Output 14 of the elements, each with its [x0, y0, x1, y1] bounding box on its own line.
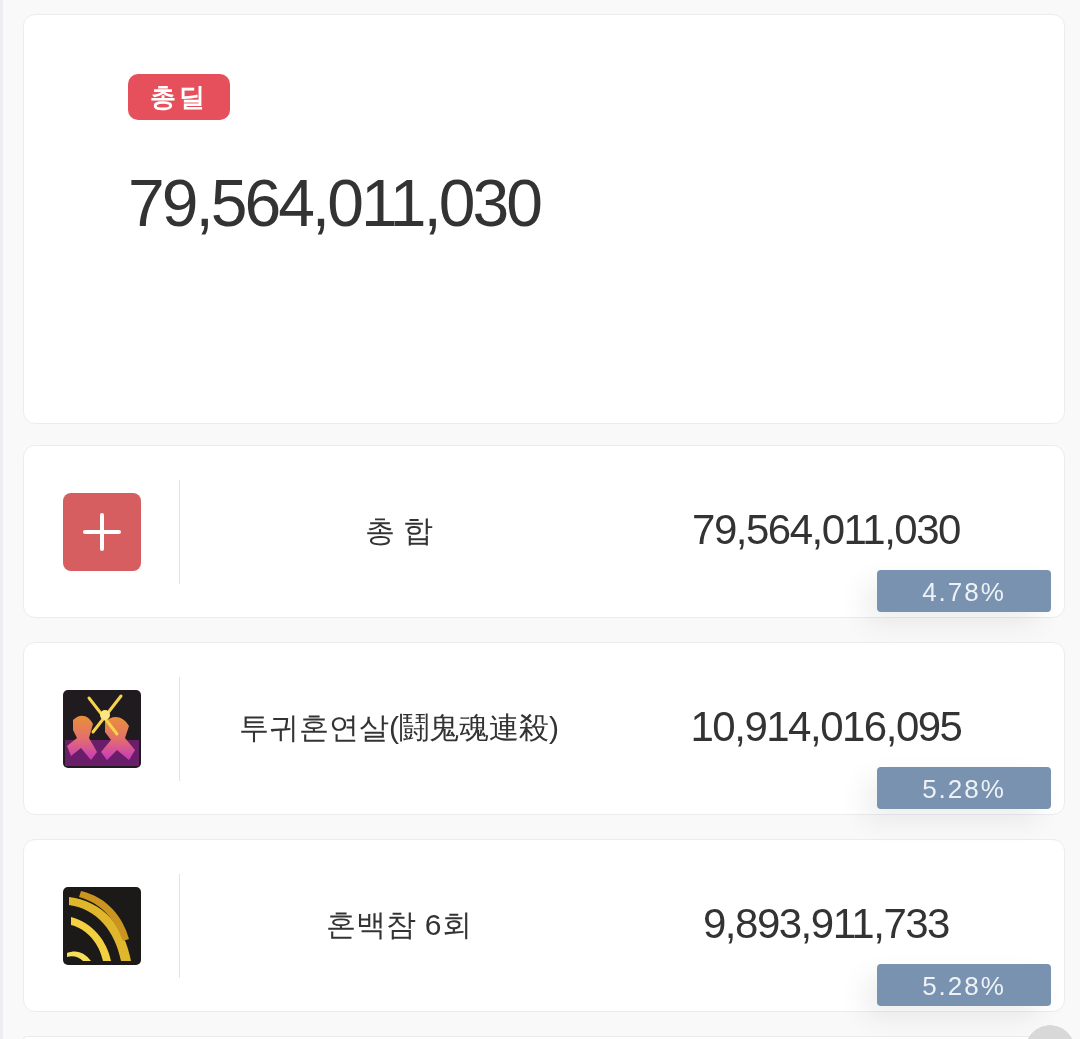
skill-name: 총 합: [363, 513, 435, 549]
share-badge: 4.78%: [877, 570, 1051, 612]
total-badge: 총딜: [128, 74, 230, 120]
curved-slash-icon: [63, 886, 141, 965]
plus-icon: [63, 492, 141, 571]
damage-value: 79,564,011,030: [692, 506, 960, 554]
damage-value: 9,893,911,733: [703, 900, 949, 948]
skill-name: 혼백참 6회: [325, 907, 473, 943]
skill-name: 투귀혼연살(鬪鬼魂連殺): [238, 710, 560, 746]
total-damage-value: 79,564,011,030: [128, 165, 540, 242]
damage-value: 10,914,016,095: [690, 703, 962, 751]
share-badge: 5.28%: [877, 964, 1051, 1006]
share-badge: 5.28%: [877, 767, 1051, 809]
sparkle-figures-icon: [63, 689, 141, 768]
